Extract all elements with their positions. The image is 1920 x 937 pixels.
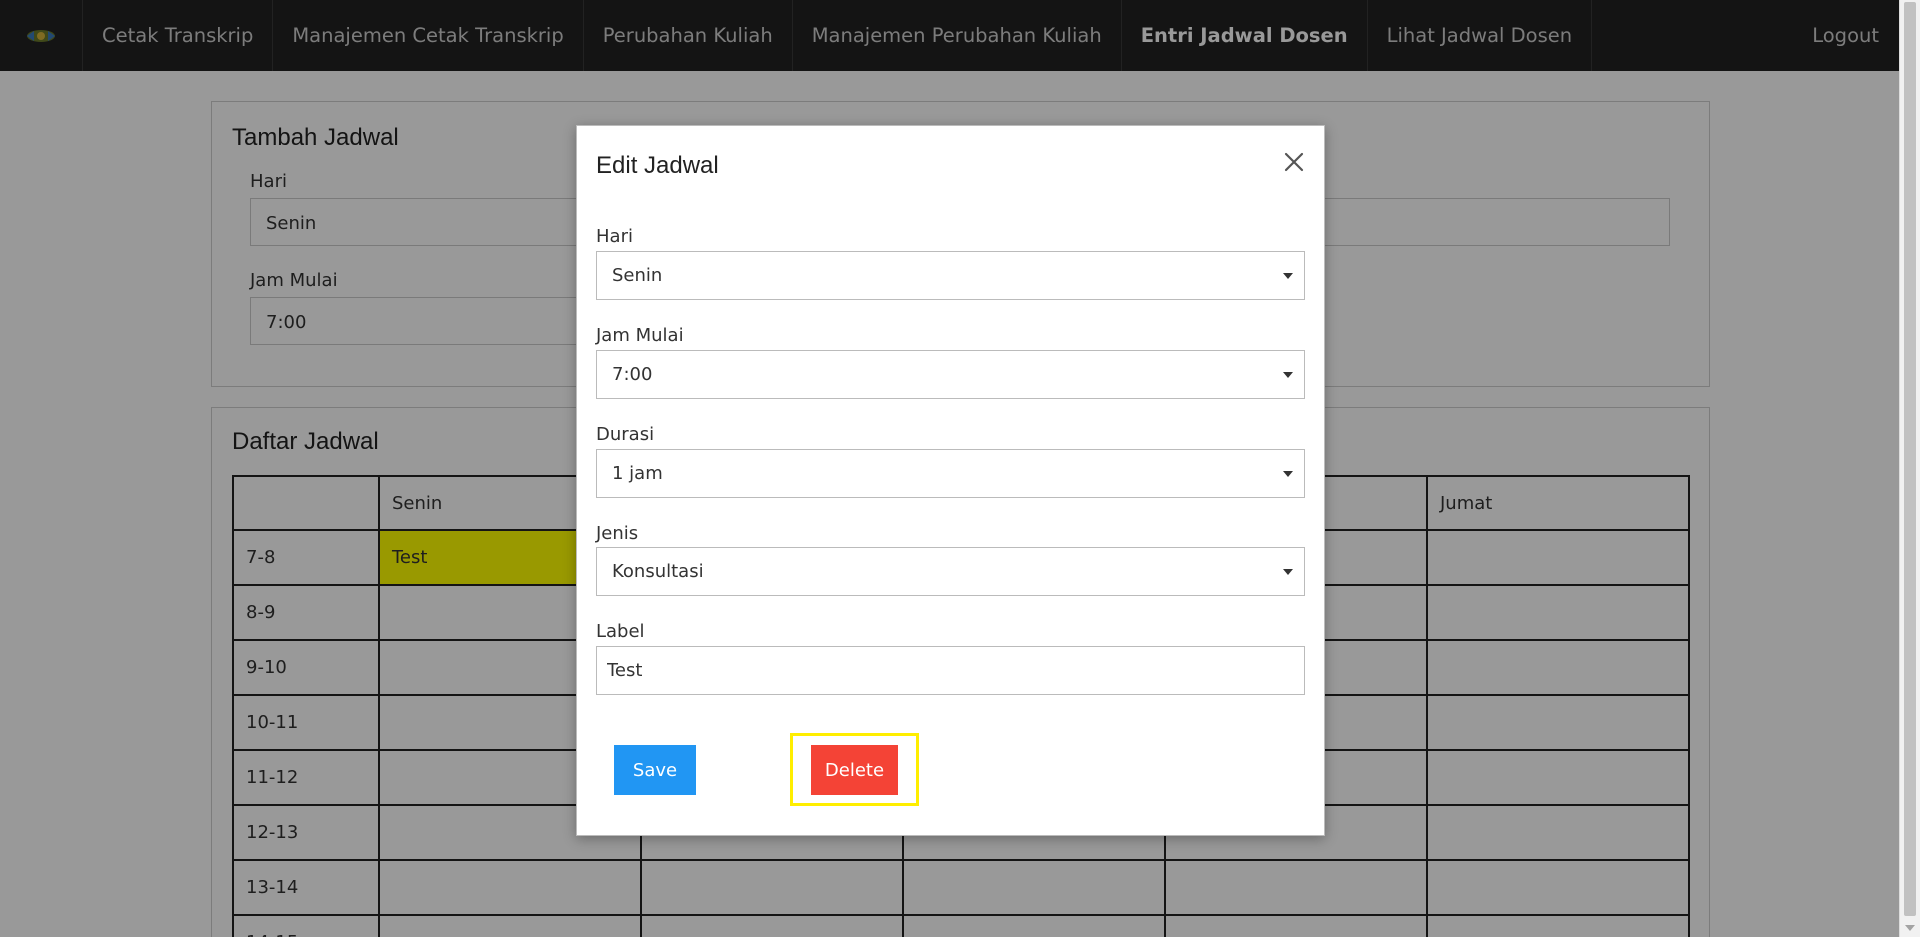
jam-mulai-select-value: 7:00 <box>612 364 653 385</box>
jam-mulai-select[interactable]: 7:00 <box>596 350 1305 399</box>
label-input[interactable] <box>596 646 1305 695</box>
chevron-down-icon <box>1283 471 1293 477</box>
hari-label: Hari <box>596 226 633 247</box>
delete-button[interactable]: Delete <box>811 745 898 795</box>
jam-mulai-label: Jam Mulai <box>596 325 684 346</box>
label-label: Label <box>596 621 645 642</box>
save-button[interactable]: Save <box>614 745 696 795</box>
jenis-select[interactable]: Konsultasi <box>596 547 1305 596</box>
edit-jadwal-modal: Edit Jadwal Hari Senin Jam Mulai 7:00 Du… <box>576 125 1325 836</box>
chevron-down-icon <box>1283 372 1293 378</box>
hari-select[interactable]: Senin <box>596 251 1305 300</box>
chevron-down-icon <box>1283 569 1293 575</box>
scroll-down-arrow-icon[interactable] <box>1905 925 1915 931</box>
chevron-down-icon <box>1283 273 1293 279</box>
modal-title: Edit Jadwal <box>596 152 719 179</box>
hari-select-value: Senin <box>612 265 663 286</box>
durasi-select[interactable]: 1 jam <box>596 449 1305 498</box>
page-scrollbar[interactable] <box>1899 0 1920 937</box>
durasi-label: Durasi <box>596 424 655 445</box>
durasi-select-value: 1 jam <box>612 463 663 484</box>
jenis-label: Jenis <box>596 523 639 544</box>
jenis-select-value: Konsultasi <box>612 561 704 582</box>
scrollbar-thumb[interactable] <box>1904 2 1916 916</box>
close-icon[interactable] <box>1282 150 1306 174</box>
